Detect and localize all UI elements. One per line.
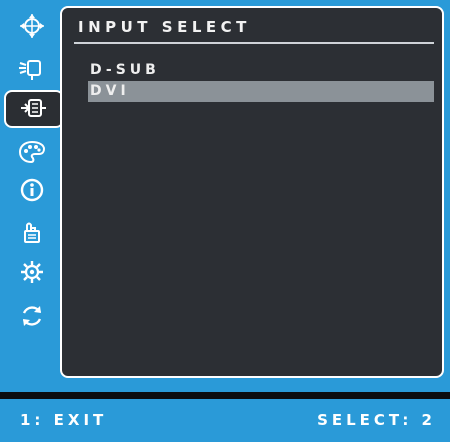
exit-hint[interactable]: 1: EXIT: [20, 411, 107, 429]
option-d-sub[interactable]: D-SUB: [88, 60, 434, 81]
setup-menu-icon: [21, 261, 43, 283]
osd-menu: INPUT SELECT D-SUB DVI: [0, 0, 450, 392]
sidebar-item-setup-menu[interactable]: [12, 254, 52, 290]
sidebar: [0, 0, 64, 392]
option-label: DVI: [90, 83, 130, 99]
color-adjust-icon: [18, 140, 46, 164]
select-hint[interactable]: SELECT: 2: [317, 411, 436, 429]
title-divider: [74, 42, 434, 44]
input-select-icon: [21, 99, 46, 117]
input-select-panel: INPUT SELECT D-SUB DVI: [60, 6, 444, 378]
option-label: D-SUB: [90, 62, 160, 78]
contrast-brightness-icon: [19, 60, 41, 80]
panel-title: INPUT SELECT: [78, 18, 251, 36]
auto-adjust-icon: [20, 14, 44, 38]
sidebar-item-manual-image-adjust[interactable]: [12, 214, 52, 250]
sidebar-item-color-adjust[interactable]: [12, 134, 52, 170]
sidebar-item-information[interactable]: [12, 172, 52, 208]
sidebar-item-contrast-brightness[interactable]: [12, 50, 52, 86]
sidebar-item-input-select[interactable]: [4, 90, 64, 128]
sidebar-item-auto-adjust[interactable]: [12, 8, 52, 44]
memory-recall-icon: [22, 306, 42, 326]
manual-image-adjust-icon: [24, 222, 40, 243]
sidebar-item-memory-recall[interactable]: [12, 298, 52, 334]
information-icon: [20, 178, 44, 202]
footer-bar: 1: EXIT SELECT: 2: [0, 399, 450, 442]
option-dvi[interactable]: DVI: [88, 81, 434, 102]
